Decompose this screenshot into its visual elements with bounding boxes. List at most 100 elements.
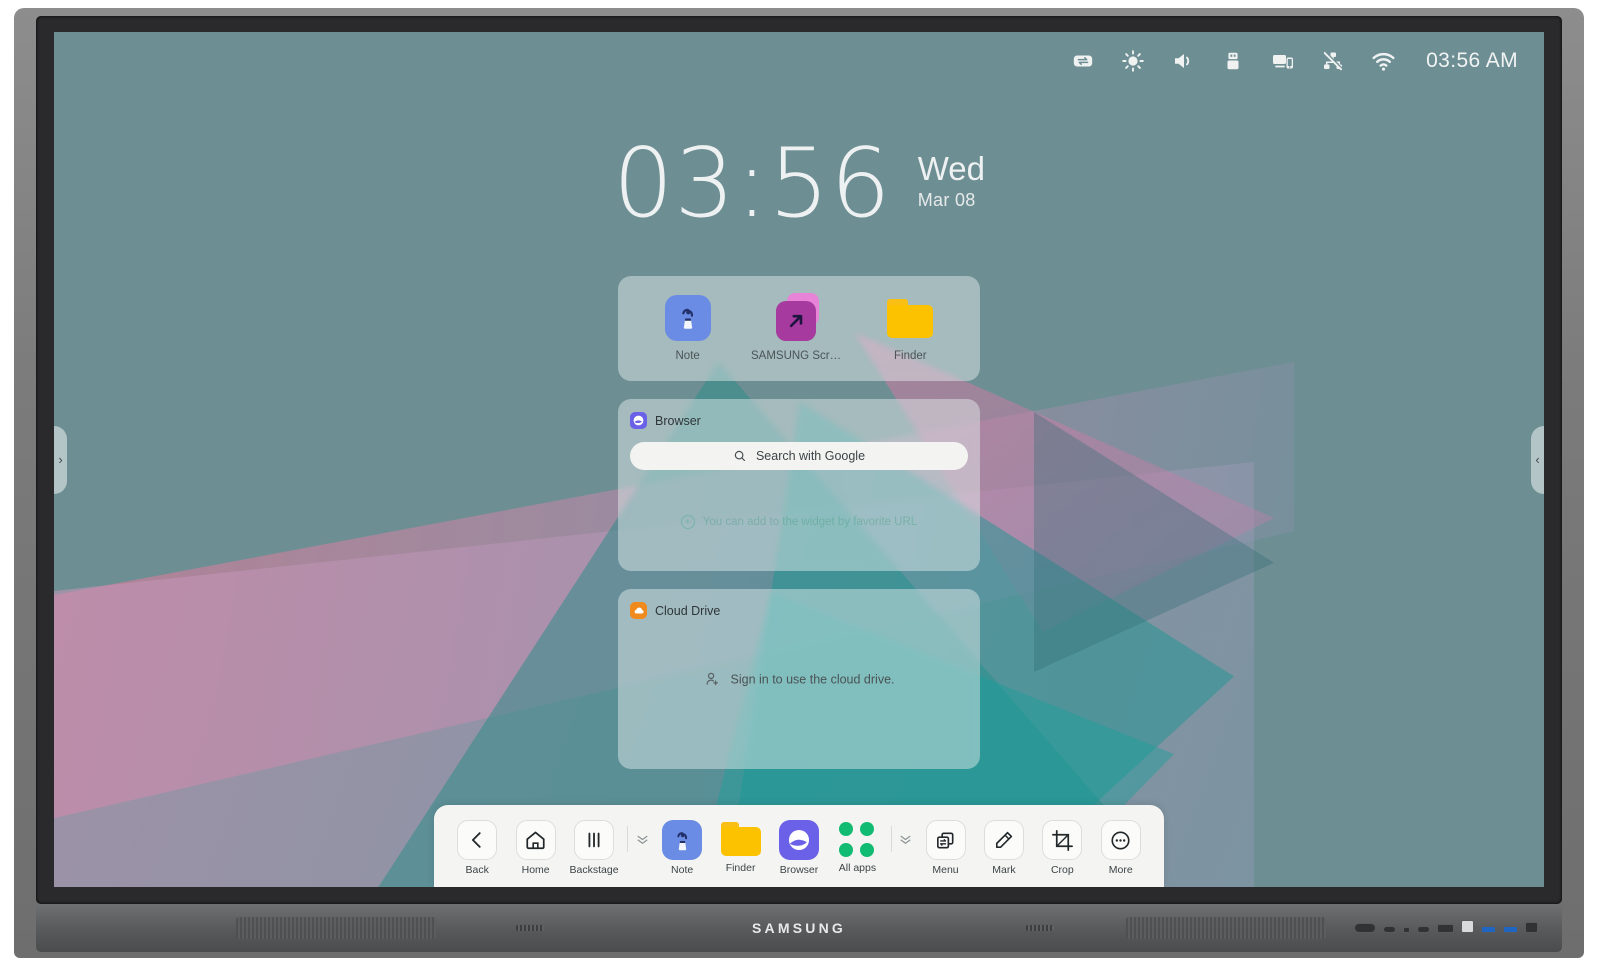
taskbar-label: Home — [521, 864, 550, 876]
plus-circle-icon: + — [680, 515, 695, 529]
usb-a-port-2 — [1503, 926, 1518, 933]
note-app-icon — [662, 820, 703, 860]
taskbar-collapse-left-button[interactable] — [632, 832, 653, 847]
taskbar: Back Home Backstage Note Finder Browser … — [434, 805, 1164, 887]
clock-date-block: Wed Mar 08 — [918, 138, 985, 211]
hdmi-port — [1437, 924, 1454, 933]
volume-icon[interactable] — [1170, 48, 1196, 74]
shortcut-note[interactable]: Note — [640, 295, 736, 362]
clock-time: 03:56 — [612, 129, 892, 239]
browser-search-input[interactable]: Search with Google — [630, 442, 968, 470]
browser-widget-hint: + You can add to the widget by favorite … — [618, 515, 980, 529]
clock-weekday: Wed — [917, 150, 986, 187]
status-bar: 03:56 AM — [1070, 48, 1518, 74]
status-bar-time: 03:56 AM — [1426, 49, 1518, 72]
widget-column: Note SAMSUNG Screen... Finder — [618, 276, 980, 769]
cloud-drive-app-icon — [630, 602, 647, 619]
taskbar-item-home[interactable]: Home — [506, 816, 564, 876]
taskbar-item-back[interactable]: Back — [448, 816, 506, 876]
usb-a-port-1 — [1481, 926, 1496, 933]
taskbar-collapse-right-button[interactable] — [896, 832, 917, 847]
taskbar-label: Menu — [932, 864, 959, 876]
taskbar-item-menu[interactable]: Menu — [916, 816, 974, 876]
wifi-icon[interactable] — [1370, 48, 1396, 74]
side-panel-handle-right[interactable]: ‹ — [1531, 425, 1544, 494]
usb-icon[interactable] — [1220, 48, 1246, 74]
port-panel — [1354, 920, 1538, 933]
shortcut-samsung-screen[interactable]: SAMSUNG Screen... — [750, 293, 847, 362]
taskbar-item-browser[interactable]: Browser — [770, 816, 828, 876]
clock-date: Mar 08 — [917, 189, 976, 210]
samsung-screen-app-icon — [775, 293, 822, 341]
more-dots-icon — [1100, 820, 1141, 860]
rj45-port — [1525, 922, 1538, 933]
taskbar-item-more[interactable]: More — [1092, 816, 1150, 876]
home-clock: 03:56 Wed Mar 08 — [54, 129, 1544, 239]
all-apps-grid-icon — [839, 822, 875, 858]
cloud-signin-row[interactable]: Sign in to use the cloud drive. — [618, 671, 980, 688]
taskbar-divider-2 — [890, 826, 892, 852]
chevron-left-icon: ‹ — [1535, 452, 1540, 467]
taskbar-item-note[interactable]: Note — [653, 816, 711, 876]
taskbar-label: Back — [465, 864, 489, 876]
side-panel-handle-left[interactable]: › — [54, 425, 67, 494]
audio-jack-port — [1354, 923, 1376, 933]
crop-icon — [1042, 820, 1083, 860]
chevron-left-icon — [457, 820, 498, 860]
usb-b-touch-port — [1461, 920, 1474, 933]
taskbar-label: Note — [671, 864, 694, 876]
cloud-signin-text: Sign in to use the cloud drive. — [730, 672, 895, 686]
display-screen: 03:56 AM 03:56 Wed Mar 08 Note SAMSUNG S… — [54, 32, 1544, 887]
bottom-bezel: SAMSUNG — [36, 904, 1562, 952]
pencil-mark-icon — [983, 820, 1024, 860]
taskbar-item-crop[interactable]: Crop — [1033, 816, 1091, 876]
taskbar-label: Mark — [992, 864, 1016, 876]
shortcut-label: Note — [675, 350, 700, 362]
home-icon — [515, 820, 556, 860]
menu-windows-icon — [925, 820, 966, 860]
cloud-widget-title: Cloud Drive — [655, 603, 721, 618]
taskbar-label: More — [1108, 864, 1133, 876]
taskbar-label: Finder — [725, 862, 756, 874]
shortcut-finder[interactable]: Finder — [862, 295, 958, 362]
screen-share-icon[interactable] — [1270, 48, 1296, 74]
browser-app-icon — [778, 820, 819, 860]
taskbar-item-finder[interactable]: Finder — [711, 818, 769, 874]
taskbar-item-backstage[interactable]: Backstage — [565, 816, 623, 876]
browser-search-placeholder: Search with Google — [755, 449, 866, 463]
brightness-icon[interactable] — [1120, 48, 1146, 74]
taskbar-label: Backstage — [569, 864, 619, 876]
speaker-grille-right — [1126, 917, 1326, 939]
note-app-icon — [664, 295, 711, 341]
browser-widget-title: Browser — [655, 413, 701, 428]
browser-app-icon — [630, 412, 647, 429]
input-switch-icon[interactable] — [1070, 48, 1096, 74]
shortcut-label: Finder — [894, 350, 927, 362]
shortcuts-widget: Note SAMSUNG Screen... Finder — [618, 276, 980, 381]
handle-grip-right — [1026, 925, 1054, 931]
taskbar-label: All apps — [838, 862, 877, 874]
samsung-interactive-display: 03:56 AM 03:56 Wed Mar 08 Note SAMSUNG S… — [14, 8, 1584, 958]
search-icon — [734, 450, 745, 462]
browser-widget-hint-text: You can add to the widget by favorite UR… — [702, 516, 918, 528]
usb-c-port — [1383, 926, 1396, 933]
taskbar-item-all-apps[interactable]: All apps — [828, 818, 886, 874]
chevron-right-icon: › — [58, 452, 63, 467]
taskbar-divider-1 — [627, 826, 629, 852]
add-user-icon — [705, 672, 718, 686]
cloud-widget-header: Cloud Drive — [630, 602, 968, 619]
service-port — [1403, 927, 1410, 933]
shortcut-label: SAMSUNG Screen... — [750, 350, 847, 362]
taskbar-label: Browser — [779, 864, 819, 876]
taskbar-label: Crop — [1050, 864, 1074, 876]
network-disconnected-icon[interactable] — [1320, 48, 1346, 74]
samsung-logo: SAMSUNG — [752, 920, 846, 936]
cloud-drive-widget: Cloud Drive Sign in to use the cloud dri… — [618, 589, 980, 769]
browser-widget: Browser Search with Google + You can add… — [618, 399, 980, 571]
finder-app-icon — [887, 295, 934, 341]
finder-app-icon — [720, 822, 761, 858]
taskbar-item-mark[interactable]: Mark — [975, 816, 1033, 876]
speaker-grille-left — [236, 917, 436, 939]
browser-widget-header: Browser — [630, 412, 968, 429]
backstage-bars-icon — [574, 820, 615, 860]
